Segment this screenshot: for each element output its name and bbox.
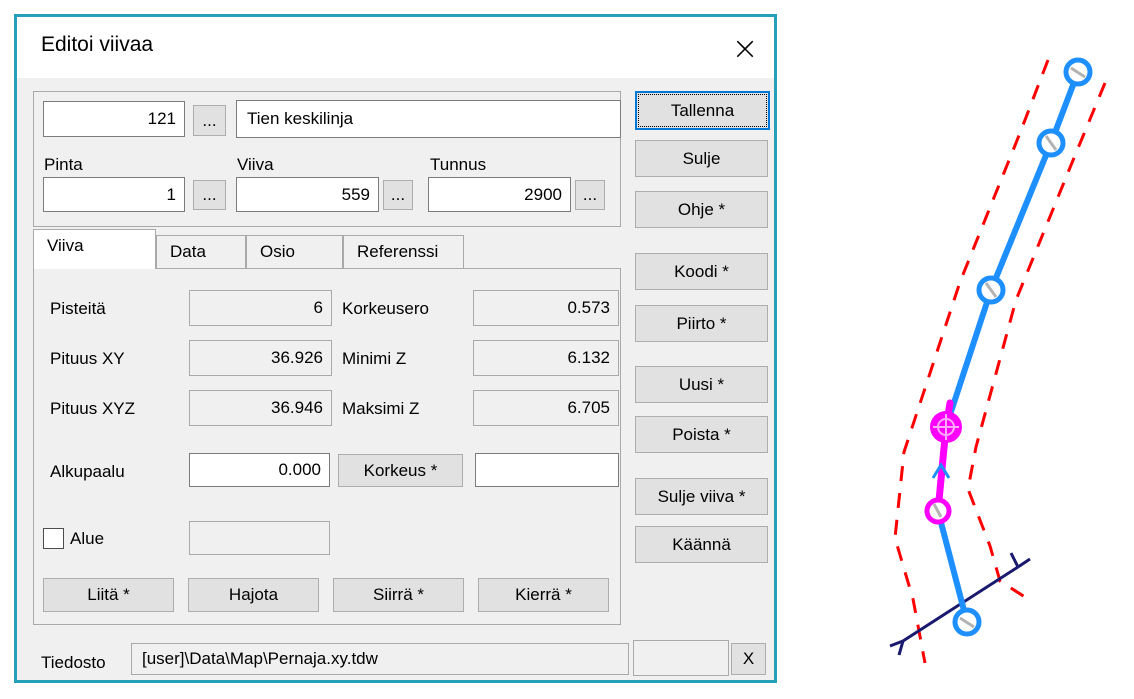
sulje-button[interactable]: Sulje xyxy=(635,140,768,177)
title-bar: Editoi viivaa × xyxy=(17,17,774,78)
selected-point-symbol[interactable] xyxy=(930,411,962,443)
pinta-field[interactable]: 1 xyxy=(43,177,185,212)
viiva-field[interactable]: 559 xyxy=(236,177,379,212)
tunnus-browse-button[interactable]: ... xyxy=(575,180,605,210)
selected-vertex-ring[interactable] xyxy=(927,500,949,522)
offset-line-right xyxy=(968,83,1105,599)
code-browse-button[interactable]: ... xyxy=(193,105,226,136)
tiedosto-path-field: [user]\Data\Map\Pernaja.xy.tdw xyxy=(131,643,629,675)
edit-line-dialog: Editoi viivaa × 121 ... Tien keskilinja … xyxy=(14,14,777,683)
ohje-button[interactable]: Ohje * xyxy=(635,191,768,228)
sulje-viiva-button[interactable]: Sulje viiva * xyxy=(635,478,768,515)
close-icon[interactable]: × xyxy=(723,27,767,69)
tab-referenssi[interactable]: Referenssi xyxy=(343,235,464,269)
poista-button[interactable]: Poista * xyxy=(635,416,768,453)
tab-data[interactable]: Data xyxy=(156,235,246,269)
tab-panel xyxy=(33,268,621,625)
screen: Editoi viivaa × 121 ... Tien keskilinja … xyxy=(0,0,1134,699)
viiva-label: Viiva xyxy=(237,155,274,175)
code-field[interactable]: 121 xyxy=(43,101,185,137)
offset-line-left xyxy=(895,60,1048,663)
koodi-button[interactable]: Koodi * xyxy=(635,253,768,290)
footer-extra-field xyxy=(633,640,729,676)
piirto-button[interactable]: Piirto * xyxy=(635,305,768,342)
uusi-button[interactable]: Uusi * xyxy=(635,366,768,403)
clear-file-button[interactable]: X xyxy=(731,643,766,675)
tab-viiva[interactable]: Viiva xyxy=(33,229,156,269)
viiva-browse-button[interactable]: ... xyxy=(383,180,413,210)
dialog-title: Editoi viivaa xyxy=(41,33,153,57)
tiedosto-label: Tiedosto xyxy=(41,653,106,673)
pinta-label: Pinta xyxy=(44,155,83,175)
tab-osio[interactable]: Osio xyxy=(246,235,343,269)
tunnus-field[interactable]: 2900 xyxy=(428,177,571,212)
code-name-field[interactable]: Tien keskilinja xyxy=(236,100,621,138)
pinta-browse-button[interactable]: ... xyxy=(193,180,226,210)
kaanna-button[interactable]: Käännä xyxy=(635,526,768,563)
tunnus-label: Tunnus xyxy=(430,155,486,175)
tallenna-button[interactable]: Tallenna xyxy=(635,91,770,130)
